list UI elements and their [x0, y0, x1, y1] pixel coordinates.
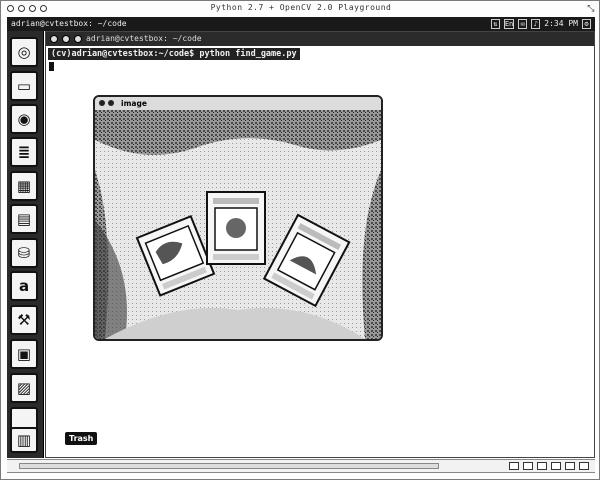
- bottom-panel: [7, 459, 595, 473]
- center-cartridge: [206, 191, 266, 265]
- usb-icon[interactable]: [551, 462, 561, 470]
- resize-icon[interactable]: ⤡: [587, 2, 595, 16]
- keyboard-layout-indicator[interactable]: En: [503, 19, 515, 29]
- image-window-controls: [99, 100, 114, 106]
- image-window-title: image: [121, 99, 147, 108]
- terminal-titlebar: adrian@cvtestbox: ~/code: [46, 32, 594, 46]
- minimize-dot-icon[interactable]: [18, 5, 25, 12]
- maximize-icon[interactable]: [74, 35, 82, 43]
- firefox-icon[interactable]: ◉: [10, 104, 38, 134]
- zoom-dot-icon[interactable]: [29, 5, 36, 12]
- terminal-window-controls: [50, 35, 82, 43]
- system-tray: ⇅ En ✉ ♪ 2:34 PM ⚙: [490, 17, 591, 31]
- outer-window-controls: [7, 5, 47, 12]
- game-cartridges-photo: [95, 110, 381, 339]
- display-icon[interactable]: [537, 462, 547, 470]
- panel-app-title: adrian@cvtestbox: ~/code: [11, 19, 127, 28]
- shared-folder-icon[interactable]: [565, 462, 575, 470]
- system-settings-icon[interactable]: ⚒: [10, 305, 38, 335]
- top-panel: adrian@cvtestbox: ~/code ⇅ En ✉ ♪ 2:34 P…: [7, 17, 595, 31]
- image-window-titlebar: image: [95, 97, 381, 111]
- close-icon[interactable]: [99, 100, 105, 106]
- gear-icon[interactable]: ⚙: [582, 19, 591, 29]
- amazon-icon[interactable]: a: [10, 271, 38, 301]
- minimize-icon[interactable]: [62, 35, 70, 43]
- desktop-screen: Python 2.7 + OpenCV 2.0 Playground ⤡ adr…: [0, 0, 600, 480]
- outer-window-title: Python 2.7 + OpenCV 2.0 Playground: [210, 3, 392, 12]
- launcher: ◎ ▭ ◉ ≣ ▦ ▤ ⛁ a ⚒ ▣ ▨ ▥: [7, 31, 44, 458]
- fullscreen-dot-icon[interactable]: [40, 5, 47, 12]
- clock[interactable]: 2:34 PM: [544, 17, 578, 31]
- trash-tooltip: Trash: [65, 432, 98, 445]
- terminal-cursor: [49, 62, 54, 71]
- home-folder-icon[interactable]: ▭: [10, 71, 38, 101]
- trash-icon[interactable]: ▥: [10, 427, 38, 453]
- network-icon[interactable]: ⇅: [490, 19, 500, 29]
- network-icon[interactable]: [523, 462, 533, 470]
- writer-icon[interactable]: ≣: [10, 137, 38, 167]
- impress-icon[interactable]: ▤: [10, 204, 38, 234]
- keyboard-icon[interactable]: [509, 462, 519, 470]
- mouse-integration-icon[interactable]: [579, 462, 589, 470]
- mail-icon[interactable]: ✉: [518, 19, 528, 29]
- calc-icon[interactable]: ▦: [10, 171, 38, 201]
- minimize-icon[interactable]: [108, 100, 114, 106]
- terminal-command-line: (cv)adrian@cvtestbox:~/code$ python find…: [48, 48, 300, 60]
- software-center-icon[interactable]: ⛁: [10, 238, 38, 268]
- workspace-switcher-icon[interactable]: ▣: [10, 339, 38, 369]
- terminal-title: adrian@cvtestbox: ~/code: [86, 34, 202, 43]
- ubuntu-logo-icon[interactable]: ◎: [10, 37, 38, 67]
- outer-window-titlebar: Python 2.7 + OpenCV 2.0 Playground ⤡: [1, 1, 600, 15]
- close-icon[interactable]: [50, 35, 58, 43]
- bottom-status-tray: [509, 462, 589, 470]
- image-window[interactable]: image: [93, 95, 383, 341]
- horizontal-scrollbar[interactable]: [19, 463, 439, 469]
- volume-icon[interactable]: ♪: [531, 19, 541, 29]
- close-dot-icon[interactable]: [7, 5, 14, 12]
- terminal-window[interactable]: adrian@cvtestbox: ~/code (cv)adrian@cvte…: [45, 31, 595, 458]
- terminal-icon[interactable]: ▨: [10, 373, 38, 403]
